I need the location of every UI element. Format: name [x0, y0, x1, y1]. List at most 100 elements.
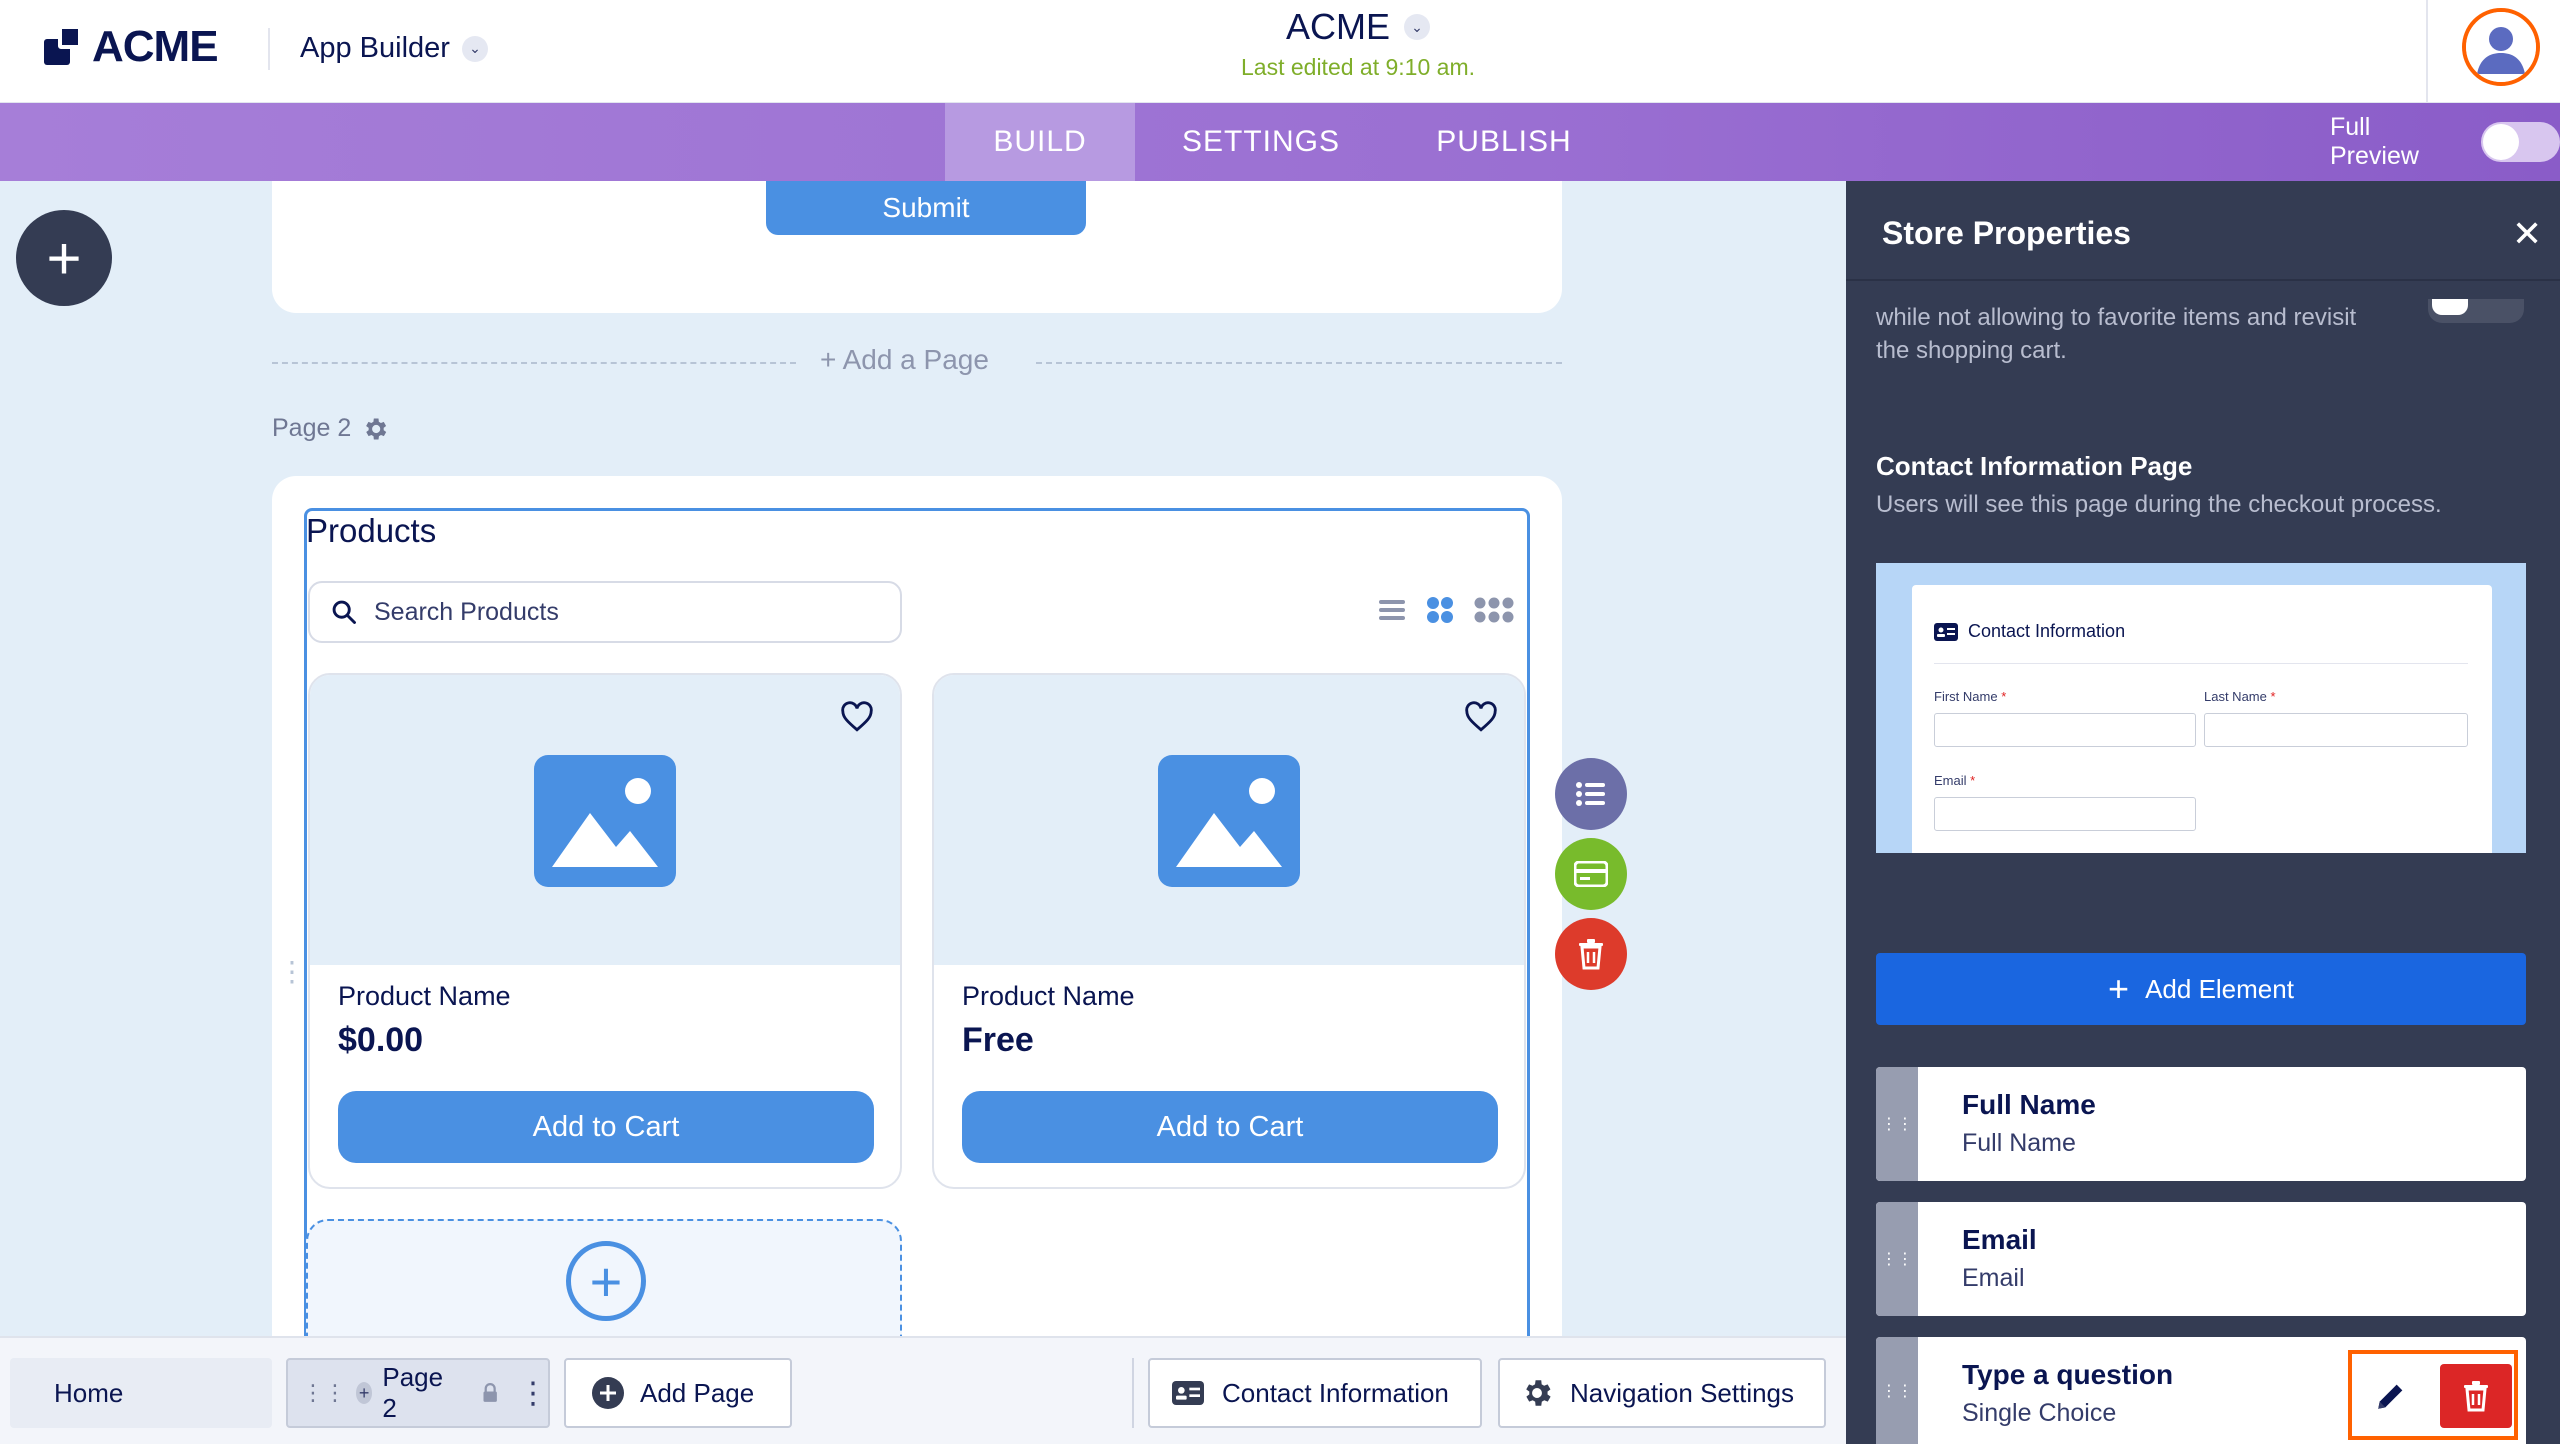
cut-off-description: while not allowing to favorite items and…: [1876, 304, 2357, 364]
navigation-settings-label: Navigation Settings: [1570, 1377, 1795, 1408]
field-title: Full Name: [1962, 1089, 2096, 1120]
delete-field-button[interactable]: [2440, 1364, 2512, 1428]
header-divider: [268, 28, 270, 70]
app-name: ACME: [1285, 6, 1390, 47]
gear-icon[interactable]: [361, 415, 389, 443]
chevron-down-icon: ⌄: [1404, 14, 1430, 40]
product-image-placeholder: [310, 675, 900, 965]
panel-header: Store Properties ✕: [1846, 181, 2560, 281]
navigation-settings-button[interactable]: Navigation Settings: [1498, 1358, 1826, 1428]
app-title: ACME ⌄ Last edited at 9:10 am.: [1158, 6, 1558, 81]
page-tab-home[interactable]: Home: [10, 1358, 272, 1428]
acme-logo[interactable]: ACME: [44, 22, 219, 71]
contact-information-label: Contact Information: [1222, 1377, 1449, 1408]
drag-handle-icon[interactable]: ⋮⋮: [1876, 1202, 1918, 1316]
id-card-icon: [1934, 622, 1958, 641]
preview-email-label: Email *: [1934, 773, 1976, 788]
bottom-divider: [1132, 1358, 1134, 1428]
option-toggle[interactable]: [2428, 299, 2524, 323]
plus-circle-icon: +: [566, 1241, 646, 1321]
full-preview-label: Full Preview: [2330, 113, 2419, 170]
full-preview-toggle[interactable]: [2480, 122, 2560, 162]
drag-handle-icon[interactable]: ⋮⋮: [302, 1380, 346, 1406]
list-icon: [1576, 782, 1605, 806]
top-header: ACME App Builder ⌄ ACME ⌄ Last edited at…: [0, 0, 2560, 103]
app-builder-dropdown[interactable]: App Builder ⌄: [300, 32, 488, 65]
image-icon: [1158, 755, 1300, 887]
contact-info-preview[interactable]: Contact Information First Name * Last Na…: [1876, 563, 2526, 853]
builder-nav: BUILD SETTINGS PUBLISH Full Preview: [0, 103, 2560, 181]
contact-info-page-subtitle: Users will see this page during the chec…: [1876, 491, 2442, 518]
preview-divider: [1934, 663, 2468, 664]
heart-icon[interactable]: [1464, 701, 1498, 733]
last-edited-text: Last edited at 9:10 am.: [1241, 54, 1475, 80]
trash-icon: [1579, 939, 1603, 970]
edit-field-button[interactable]: [2364, 1364, 2418, 1428]
preview-form: Contact Information First Name * Last Na…: [1912, 585, 2492, 853]
trash-icon: [2464, 1381, 2488, 1412]
full-preview-toggle-group: Full Preview: [2330, 103, 2560, 181]
search-placeholder: Search Products: [374, 597, 559, 626]
search-input[interactable]: Search Products: [308, 581, 902, 643]
product-card[interactable]: Product Name $0.00 Add to Cart: [308, 673, 902, 1189]
drag-handle-icon[interactable]: ⋮⋮: [1876, 1337, 1918, 1444]
add-page-button[interactable]: Add Page: [564, 1358, 792, 1428]
plus-icon: +: [46, 224, 82, 292]
contact-information-page-button[interactable]: Contact Information: [1148, 1358, 1482, 1428]
page-label-text: Page 2: [272, 414, 352, 442]
more-options-icon[interactable]: ⋮: [518, 1376, 548, 1411]
product-card[interactable]: Product Name Free Add to Cart: [932, 673, 1526, 1189]
lock-icon: [483, 1382, 497, 1402]
preview-title-text: Contact Information: [1968, 621, 2126, 641]
tab-settings[interactable]: SETTINGS: [1148, 103, 1374, 181]
close-icon[interactable]: ✕: [2512, 213, 2542, 255]
add-element-button[interactable]: + Add Element: [1876, 953, 2526, 1025]
delete-element-button[interactable]: [1555, 918, 1627, 990]
add-element-fab[interactable]: +: [16, 210, 112, 306]
plus-icon[interactable]: +: [356, 1382, 373, 1404]
product-image-placeholder: [934, 675, 1524, 965]
pencil-icon: [2378, 1384, 2403, 1409]
add-a-page-link[interactable]: + Add a Page: [820, 344, 989, 376]
payment-settings-button[interactable]: [1555, 838, 1627, 910]
add-to-cart-button[interactable]: Add to Cart: [962, 1091, 1498, 1163]
app-name-dropdown[interactable]: ACME ⌄: [1286, 6, 1430, 48]
preview-first-name-label: First Name *: [1934, 689, 2007, 704]
product-name: Product Name: [338, 981, 511, 1011]
list-view-icon[interactable]: [1378, 597, 1406, 623]
compact-grid-view-icon[interactable]: [1474, 596, 1514, 624]
preview-last-name-input: [2204, 713, 2468, 747]
logo-mark-icon: [44, 25, 88, 69]
page-tab-label: Home: [54, 1377, 124, 1408]
products-title: Products: [306, 512, 437, 549]
heart-icon[interactable]: [840, 701, 874, 733]
preview-first-name-input: [1934, 713, 2196, 747]
store-properties-panel: Store Properties ✕ while not allowing to…: [1846, 181, 2560, 1444]
grid-view-icon[interactable]: [1426, 596, 1454, 624]
panel-title: Store Properties: [1882, 215, 2131, 251]
preview-email-input: [1934, 797, 2196, 831]
app-builder-label: App Builder: [300, 32, 450, 64]
tab-publish[interactable]: PUBLISH: [1392, 103, 1616, 181]
tab-build[interactable]: BUILD: [945, 103, 1135, 181]
add-to-cart-button[interactable]: Add to Cart: [338, 1091, 874, 1163]
plus-circle-icon: [592, 1377, 624, 1409]
header-divider: [2426, 0, 2428, 103]
add-product-tile[interactable]: +: [306, 1219, 902, 1339]
field-type: Full Name: [1962, 1129, 2076, 1157]
element-properties-button[interactable]: [1555, 758, 1627, 830]
view-switcher: [1378, 596, 1514, 624]
field-type: Single Choice: [1962, 1399, 2117, 1427]
submit-button[interactable]: Submit: [766, 181, 1086, 235]
avatar[interactable]: [2462, 8, 2540, 86]
page-tab-page-2[interactable]: ⋮⋮ + Page 2 ⋮: [286, 1358, 550, 1428]
page-tab-label: Page 2: [382, 1362, 444, 1423]
field-type: Email: [1962, 1264, 2025, 1292]
field-full-name[interactable]: ⋮⋮ Full Name Full Name: [1876, 1067, 2526, 1181]
field-title: Type a question: [1962, 1359, 2174, 1390]
product-price: $0.00: [338, 1021, 424, 1059]
field-email[interactable]: ⋮⋮ Email Email: [1876, 1202, 2526, 1316]
id-card-icon: [1172, 1381, 1204, 1405]
preview-last-name-label: Last Name *: [2204, 689, 2276, 704]
drag-handle-icon[interactable]: ⋮⋮: [1876, 1067, 1918, 1181]
